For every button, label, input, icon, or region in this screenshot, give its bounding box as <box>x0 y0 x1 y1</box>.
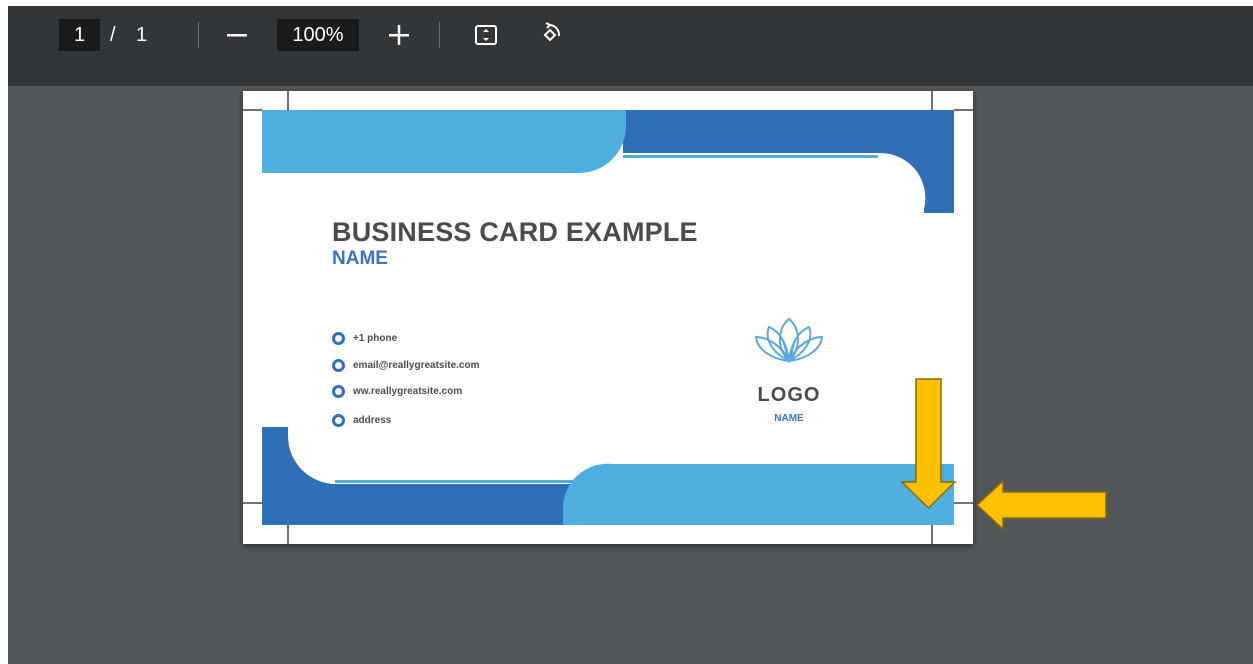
contact-text: +1 phone <box>353 332 398 344</box>
card-bottom-light-shape <box>563 463 954 525</box>
business-card-graphic <box>243 91 973 544</box>
phone-icon <box>332 331 345 345</box>
zoom-in-button[interactable] <box>381 17 417 53</box>
toolbar-divider <box>439 22 440 48</box>
pdf-viewer: 1 / 1 100% BUSINESS CARD EXAMPLE NAME +1… <box>8 6 1253 664</box>
card-title: BUSINESS CARD EXAMPLE <box>332 217 698 247</box>
zoom-input[interactable]: 100% <box>277 19 359 51</box>
contact-text: email@reallygreatsite.com <box>353 359 480 371</box>
card-top-stripe <box>623 155 878 158</box>
card-top-dark-shape <box>623 110 954 213</box>
page-total: 1 <box>136 24 148 46</box>
card-bottom-stripe <box>335 480 585 483</box>
contact-text: ww.reallygreatsite.com <box>353 385 463 397</box>
email-icon <box>332 358 345 372</box>
pdf-toolbar: 1 / 1 100% <box>8 6 1253 86</box>
fit-to-page-icon <box>475 25 497 45</box>
contact-address: address <box>332 412 391 428</box>
rotate-button[interactable] <box>532 17 568 53</box>
card-top-light-shape <box>262 110 626 173</box>
card-person-name: NAME <box>332 248 388 269</box>
contact-text: address <box>353 414 392 426</box>
contact-email: email@reallygreatsite.com <box>332 357 479 373</box>
location-pin-icon <box>332 413 345 427</box>
minus-icon <box>227 34 247 37</box>
toolbar-divider <box>198 22 199 48</box>
fit-to-page-button[interactable] <box>468 17 504 53</box>
plus-icon <box>389 25 409 45</box>
contact-phone: +1 phone <box>332 330 397 346</box>
card-bottom-dark-shape <box>262 427 583 525</box>
pdf-page: BUSINESS CARD EXAMPLE NAME +1 phone emai… <box>243 91 973 544</box>
zoom-out-button[interactable] <box>219 17 255 53</box>
logo-text: LOGO <box>757 384 821 406</box>
page-number-input[interactable]: 1 <box>59 19 100 51</box>
lotus-icon <box>754 317 824 363</box>
page-separator: / <box>110 24 116 46</box>
logo-name: NAME <box>774 413 804 424</box>
globe-icon <box>332 384 345 398</box>
contact-website: ww.reallygreatsite.com <box>332 383 462 399</box>
rotate-icon <box>543 22 561 42</box>
